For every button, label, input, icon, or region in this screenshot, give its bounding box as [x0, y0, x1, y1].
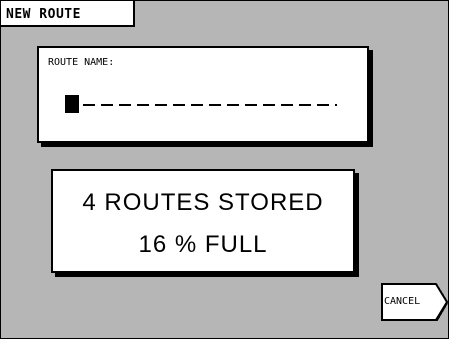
- cancel-button[interactable]: CANCEL: [381, 283, 448, 321]
- screen-title: NEW ROUTE: [1, 1, 135, 27]
- routes-stored-text: 4 ROUTES STORED: [82, 189, 324, 216]
- new-route-screen: NEW ROUTE ROUTE NAME: 4 ROUTES STORED 16…: [0, 0, 449, 339]
- cancel-button-label: CANCEL: [384, 296, 421, 307]
- route-storage-panel: 4 ROUTES STORED 16 % FULL: [51, 169, 355, 273]
- route-name-input[interactable]: [65, 90, 337, 114]
- storage-full-text: 16 % FULL: [138, 231, 268, 258]
- route-name-label: ROUTE NAME:: [48, 57, 115, 68]
- text-cursor: [65, 95, 79, 113]
- input-placeholder-dashes: [83, 104, 337, 106]
- route-name-panel: ROUTE NAME:: [37, 46, 369, 143]
